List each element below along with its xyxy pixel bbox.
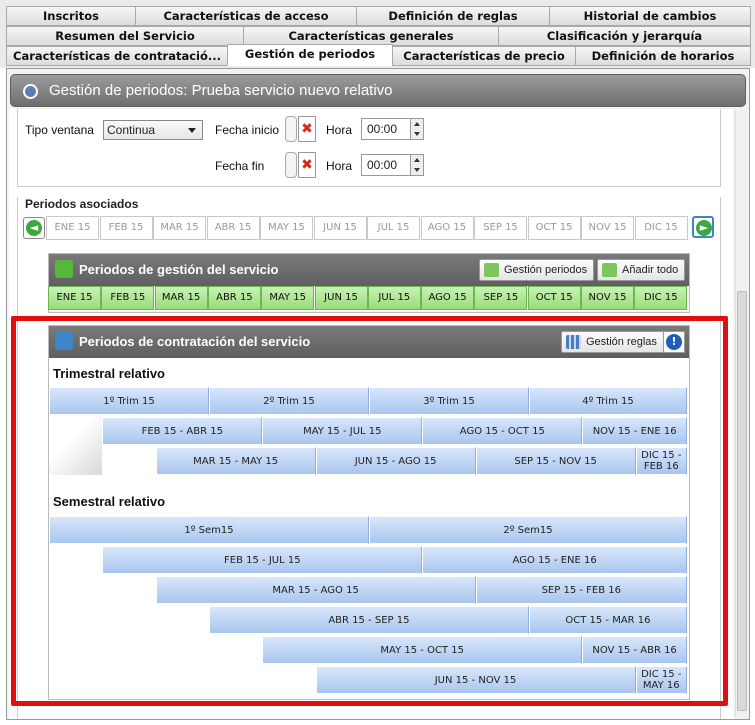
month-asociado-item[interactable]: SEP 15 (474, 216, 527, 240)
tipo-ventana-select[interactable]: Continua (103, 120, 203, 140)
tab-caracteristicas-generales[interactable]: Características generales (243, 26, 499, 46)
tab-caracteristicas-contratacion[interactable]: Características de contratació... (6, 46, 228, 66)
tab-definicion-reglas[interactable]: Definición de reglas (356, 6, 550, 26)
month-gestion-item[interactable]: JUL 15 (367, 286, 421, 310)
periodos-asociados-label: Periodos asociados (25, 197, 139, 211)
hora-inicio-label: Hora (326, 123, 353, 137)
window-title: Gestión de periodos: Prueba servicio nue… (49, 82, 393, 99)
month-gestion-item[interactable]: MAY 15 (261, 286, 315, 310)
tipo-ventana-value: Continua (107, 123, 156, 137)
semestral-period-bar[interactable]: 1º Sem15 (49, 516, 369, 544)
trimestral-period-bar[interactable]: DIC 15 - FEB 16 (635, 447, 687, 475)
month-asociado-item[interactable]: JUN 15 (313, 216, 367, 240)
month-gestion-item[interactable]: OCT 15 (527, 286, 581, 310)
chevron-down-icon (188, 128, 196, 133)
vertical-scrollbar[interactable] (735, 111, 747, 717)
hora-inicio-spinner[interactable] (410, 118, 424, 140)
clock-icon (23, 84, 38, 99)
month-gestion-item[interactable]: ENE 15 (48, 286, 101, 310)
semestral-period-bar[interactable]: MAY 15 - OCT 15 (262, 636, 583, 664)
trimestral-period-bar[interactable]: SEP 15 - NOV 15 (475, 447, 636, 475)
tab-bar: Inscritos Características de acceso Defi… (0, 0, 755, 68)
semestral-period-bar[interactable]: 2º Sem15 (369, 516, 687, 544)
month-asociado-item[interactable]: FEB 15 (99, 216, 153, 240)
month-asociado-item[interactable]: MAR 15 (153, 216, 206, 240)
fecha-fin-label: Fecha fin (215, 159, 265, 173)
hora-inicio-input[interactable]: 00:00 (361, 118, 411, 140)
fecha-inicio-label: Fecha inicio (215, 123, 280, 137)
edit-icon (484, 263, 499, 277)
tab-resumen-servicio[interactable]: Resumen del Servicio (6, 26, 244, 46)
hora-fin-spinner[interactable] (410, 154, 424, 176)
month-asociado-item[interactable]: MAY 15 (260, 216, 313, 240)
month-gestion-item[interactable]: JUN 15 (314, 286, 368, 310)
month-asociado-item[interactable]: OCT 15 (527, 216, 581, 240)
month-gestion-item[interactable]: ABR 15 (207, 286, 261, 310)
puzzle-icon (55, 260, 73, 278)
trimestral-period-bar[interactable]: AGO 15 - OCT 15 (422, 417, 583, 445)
arrow-left-icon: ◄ (26, 220, 42, 236)
trimestral-period-bar[interactable]: 4º Trim 15 (529, 387, 687, 415)
month-gestion-item[interactable]: DIC 15 (634, 286, 688, 310)
next-year-button[interactable]: ► (692, 216, 714, 238)
month-asociado-item[interactable]: AGO 15 (420, 216, 474, 240)
trimestral-period-bar[interactable]: 2º Trim 15 (209, 387, 369, 415)
fecha-inicio-field[interactable] (285, 116, 297, 142)
clear-fecha-fin-icon[interactable]: ✖ (298, 152, 316, 178)
month-asociado-item[interactable]: ENE 15 (46, 216, 99, 240)
semestral-period-bar[interactable]: SEP 15 - FEB 16 (475, 576, 687, 604)
semestral-period-bar[interactable]: JUN 15 - NOV 15 (315, 666, 636, 694)
tab-definicion-horarios[interactable]: Definición de horarios (575, 46, 751, 66)
fecha-fin-field[interactable] (285, 152, 297, 178)
semestral-period-bar[interactable]: ABR 15 - SEP 15 (208, 606, 529, 634)
add-all-icon (602, 263, 617, 277)
trimestral-period-bar[interactable]: NOV 15 - ENE 16 (582, 417, 687, 445)
month-asociado-item[interactable]: NOV 15 (581, 216, 634, 240)
gestion-panel-header: Periodos de gestión del servicio Gestión… (49, 254, 689, 286)
tab-caracteristicas-acceso[interactable]: Características de acceso (135, 6, 357, 26)
tab-historial-cambios[interactable]: Historial de cambios (549, 6, 751, 26)
trimestral-period-bar[interactable]: 3º Trim 15 (369, 387, 529, 415)
anadir-todo-button[interactable]: Añadir todo (597, 259, 686, 281)
semestral-period-bar[interactable]: FEB 15 - JUL 15 (102, 546, 423, 574)
arrow-right-icon: ► (696, 220, 712, 236)
month-asociado-item[interactable]: JUL 15 (367, 216, 420, 240)
tab-gestion-periodos[interactable]: Gestión de periodos (227, 44, 393, 66)
month-gestion-item[interactable]: NOV 15 (581, 286, 634, 310)
trimestral-period-bar[interactable]: FEB 15 - ABR 15 (102, 417, 263, 445)
gestion-periodos-button[interactable]: Gestión periodos (479, 259, 595, 281)
hora-fin-input[interactable]: 00:00 (361, 154, 411, 176)
trimestral-period-bar[interactable]: JUN 15 - AGO 15 (315, 447, 476, 475)
semestral-period-bar[interactable]: AGO 15 - ENE 16 (422, 546, 687, 574)
semestral-period-bar[interactable]: OCT 15 - MAR 16 (528, 606, 687, 634)
month-gestion-item[interactable]: MAR 15 (154, 286, 208, 310)
scrollbar-thumb[interactable] (737, 291, 747, 711)
tab-caracteristicas-precio[interactable]: Características de precio (392, 46, 576, 66)
tab-inscritos[interactable]: Inscritos (6, 6, 136, 26)
month-gestion-item[interactable]: SEP 15 (474, 286, 528, 310)
month-asociado-item[interactable]: DIC 15 (634, 216, 688, 240)
prev-year-button[interactable]: ◄ (23, 217, 45, 239)
hora-fin-label: Hora (326, 159, 353, 173)
tab-clasificacion-jerarquia[interactable]: Clasificación y jerarquía (498, 26, 751, 46)
semestral-period-bar[interactable]: MAR 15 - AGO 15 (155, 576, 476, 604)
trimestral-period-bar[interactable]: MAR 15 - MAY 15 (155, 447, 316, 475)
month-gestion-item[interactable]: AGO 15 (421, 286, 475, 310)
tipo-ventana-label: Tipo ventana (25, 123, 94, 137)
month-gestion-item[interactable]: FEB 15 (101, 286, 155, 310)
gestion-panel-title: Periodos de gestión del servicio (79, 262, 279, 277)
month-asociado-item[interactable]: ABR 15 (206, 216, 260, 240)
trimestral-period-bar[interactable]: MAY 15 - JUL 15 (262, 417, 423, 445)
window-titlebar: Gestión de periodos: Prueba servicio nue… (10, 74, 746, 107)
semestral-period-bar[interactable]: DIC 15 - MAY 16 (635, 666, 687, 694)
clear-fecha-inicio-icon[interactable]: ✖ (298, 116, 316, 142)
semestral-period-bar[interactable]: NOV 15 - ABR 16 (582, 636, 687, 664)
trimestral-period-bar[interactable]: 1º Trim 15 (49, 387, 209, 415)
